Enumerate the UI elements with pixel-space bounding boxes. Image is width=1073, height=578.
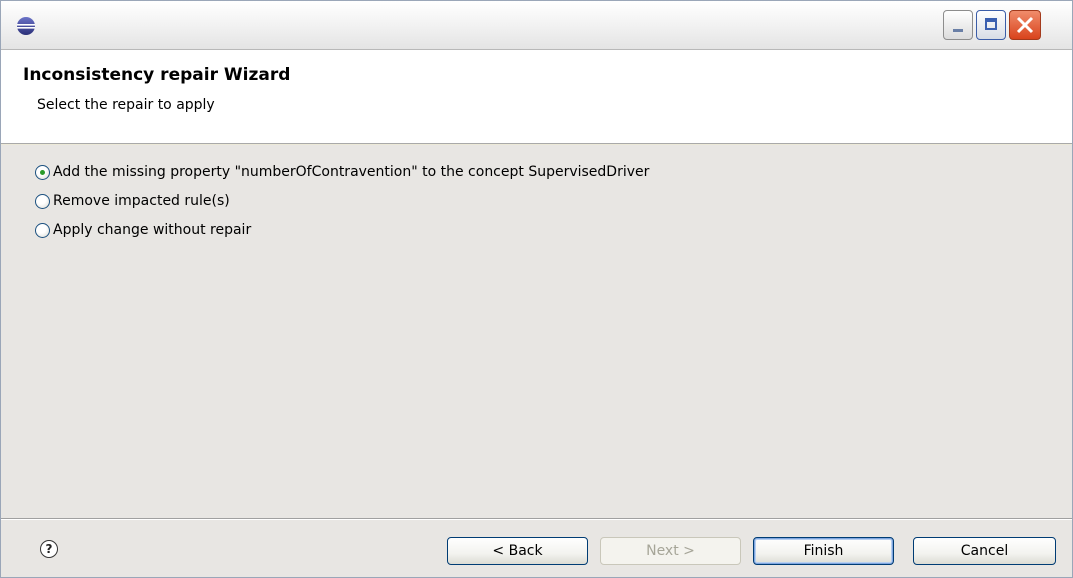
close-button[interactable] (1009, 10, 1041, 40)
radio-button[interactable] (35, 193, 50, 209)
radio-label: Remove impacted rule(s) (53, 193, 230, 209)
radio-label: Apply change without repair (53, 222, 252, 238)
minimize-icon (953, 29, 963, 32)
minimize-button[interactable] (943, 10, 973, 40)
radio-button[interactable] (35, 222, 50, 238)
eclipse-icon (17, 17, 35, 35)
maximize-icon (985, 18, 997, 30)
wizard-window: Inconsistency repair Wizard Select the r… (0, 0, 1073, 578)
back-button[interactable]: < Back (447, 537, 588, 565)
wizard-title: Inconsistency repair Wizard (23, 65, 291, 85)
repair-options-panel: Add the missing property "numberOfContra… (1, 145, 1072, 518)
maximize-button[interactable] (976, 10, 1006, 40)
radio-option-apply-without-repair[interactable]: Apply change without repair (35, 219, 251, 241)
finish-button[interactable]: Finish (753, 537, 894, 565)
wizard-subtitle: Select the repair to apply (37, 97, 215, 113)
help-icon[interactable]: ? (40, 540, 58, 558)
button-bar: ? < Back Next > Finish Cancel (1, 520, 1072, 577)
title-bar[interactable] (1, 1, 1072, 50)
radio-option-add-property[interactable]: Add the missing property "numberOfContra… (35, 161, 649, 183)
close-icon (1016, 16, 1034, 34)
radio-label: Add the missing property "numberOfContra… (53, 164, 650, 180)
cancel-button[interactable]: Cancel (913, 537, 1056, 565)
wizard-header: Inconsistency repair Wizard Select the r… (1, 50, 1072, 144)
radio-button-checked[interactable] (35, 164, 50, 180)
radio-option-remove-rules[interactable]: Remove impacted rule(s) (35, 190, 230, 212)
next-button[interactable]: Next > (600, 537, 741, 565)
